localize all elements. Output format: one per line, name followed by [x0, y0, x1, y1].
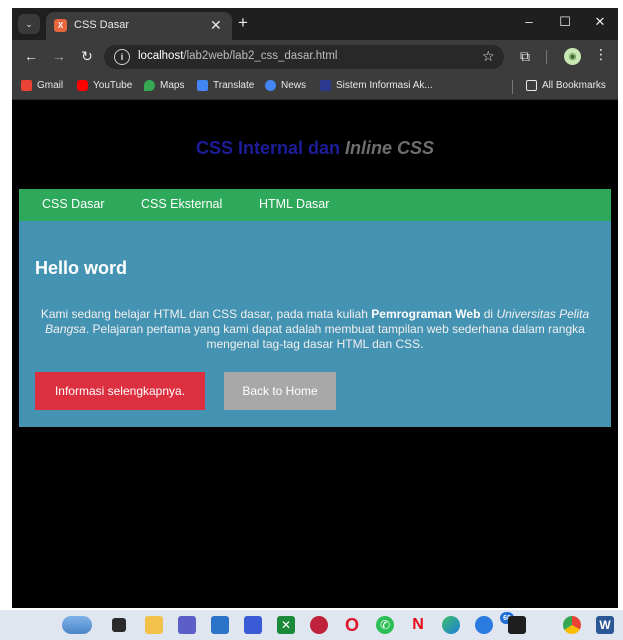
bookmark-maps[interactable]: Maps [144, 80, 184, 91]
hero-text-part: Kami sedang belajar HTML dan CSS dasar, … [40, 307, 372, 321]
close-tab-icon[interactable]: ✕ [210, 17, 222, 34]
page-title: CSS Internal dan Inline CSS [12, 138, 618, 159]
site-info-icon[interactable]: i [114, 49, 130, 65]
bookmark-gmail[interactable]: Gmail [21, 80, 63, 91]
url-path: /lab2web/lab2_css_dasar.html [183, 50, 338, 62]
web-page: CSS Internal dan Inline CSS CSS Dasar CS… [12, 100, 618, 608]
bookmarks-divider [512, 80, 513, 94]
reload-icon[interactable]: ↻ [78, 48, 96, 65]
nav-link-css-dasar[interactable]: CSS Dasar [42, 197, 105, 211]
tab-search-button[interactable]: ⌄ [18, 14, 40, 34]
store-icon[interactable] [211, 616, 229, 634]
hero-text-part: di [480, 307, 497, 321]
whatsapp-icon[interactable]: ✆ [376, 616, 394, 634]
word-icon[interactable]: W [596, 616, 614, 634]
messenger-icon[interactable] [475, 616, 493, 634]
bookmark-translate[interactable]: Translate [197, 80, 254, 91]
maximize-button[interactable]: ☐ [555, 14, 575, 30]
minimize-button[interactable]: – [519, 14, 539, 29]
app-icon[interactable] [310, 616, 328, 634]
bookmark-label: Sistem Informasi Ak... [336, 80, 433, 91]
hero-text-part: . Pelajaran pertama yang kami dapat adal… [85, 322, 585, 351]
page-navbar: CSS Dasar CSS Eksternal HTML Dasar [19, 189, 611, 221]
new-tab-button[interactable]: + [238, 13, 248, 33]
netflix-icon[interactable]: N [409, 616, 427, 634]
bookmark-sistem-informasi[interactable]: Sistem Informasi Ak... [320, 80, 433, 91]
more-info-button[interactable]: Informasi selengkapnya. [35, 372, 205, 410]
tab-strip: ⌄ X CSS Dasar ✕ + – ☐ ✕ [12, 8, 618, 40]
heading-internal: CSS Internal dan [195, 138, 345, 158]
bookmark-label: YouTube [93, 80, 133, 91]
extensions-icon[interactable]: ⧉ [520, 48, 530, 65]
forward-arrow-icon[interactable]: → [50, 48, 68, 64]
browser-toolbar: ← → ↻ i localhost/lab2web/lab2_css_dasar… [12, 40, 618, 74]
hero-paragraph: Kami sedang belajar HTML dan CSS dasar, … [29, 307, 601, 352]
toolbar-divider [546, 50, 547, 64]
tab-title: CSS Dasar [74, 19, 130, 31]
xbox-icon[interactable]: ✕ [277, 616, 295, 634]
browser-window: ⌄ X CSS Dasar ✕ + – ☐ ✕ ← → ↻ i localhos… [12, 8, 618, 608]
maps-icon [144, 80, 155, 91]
task-view-icon[interactable] [112, 618, 126, 632]
bookmark-label: Maps [160, 80, 185, 91]
all-bookmarks-button[interactable]: All Bookmarks [526, 80, 606, 91]
photos-icon[interactable] [244, 616, 262, 634]
bookmark-star-icon[interactable]: ☆ [482, 48, 495, 65]
heading-inline: Inline CSS [345, 138, 435, 158]
weather-icon[interactable] [62, 616, 92, 634]
figma-icon[interactable] [508, 616, 526, 634]
bookmark-youtube[interactable]: YouTube [77, 80, 132, 91]
close-window-button[interactable]: ✕ [590, 14, 610, 30]
university-icon [320, 80, 331, 91]
teams-icon[interactable] [178, 616, 196, 634]
back-to-home-button[interactable]: Back to Home [224, 372, 336, 410]
youtube-icon [77, 80, 88, 91]
url-text[interactable]: localhost/lab2web/lab2_css_dasar.html [138, 50, 337, 62]
url-host: localhost [138, 50, 184, 62]
nav-link-css-eksternal[interactable]: CSS Eksternal [141, 197, 222, 211]
bookmark-label: Gmail [37, 80, 64, 91]
nav-link-html-dasar[interactable]: HTML Dasar [259, 197, 329, 211]
menu-dots-icon[interactable]: ⋮ [594, 46, 608, 63]
opera-icon[interactable]: O [343, 615, 361, 635]
xampp-icon: X [54, 19, 67, 32]
address-bar[interactable]: i localhost/lab2web/lab2_css_dasar.html … [104, 45, 504, 69]
gmail-icon [21, 80, 32, 91]
news-icon [265, 80, 276, 91]
bookmark-label: News [281, 80, 307, 91]
bookmarks-bar: Gmail YouTube Maps Translate News Sistem… [12, 74, 618, 100]
hero-text-bold: Pemrograman Web [371, 307, 481, 321]
profile-avatar[interactable]: ◉ [564, 48, 581, 65]
edge-icon[interactable] [442, 616, 460, 634]
folder-icon [526, 80, 537, 91]
back-arrow-icon[interactable]: ← [22, 48, 40, 64]
file-explorer-icon[interactable] [145, 616, 163, 634]
translate-icon [197, 80, 208, 91]
browser-tab[interactable]: X CSS Dasar ✕ [46, 12, 232, 40]
bookmark-label: Translate [213, 80, 255, 91]
chrome-icon[interactable] [563, 616, 581, 634]
hero-title: Hello word [35, 258, 128, 278]
all-bookmarks-label: All Bookmarks [542, 80, 606, 91]
taskbar: ✕ O ✆ N 68 W [0, 610, 623, 640]
hero-section: Hello word Kami sedang belajar HTML dan … [19, 221, 611, 427]
bookmark-news[interactable]: News [265, 80, 306, 91]
